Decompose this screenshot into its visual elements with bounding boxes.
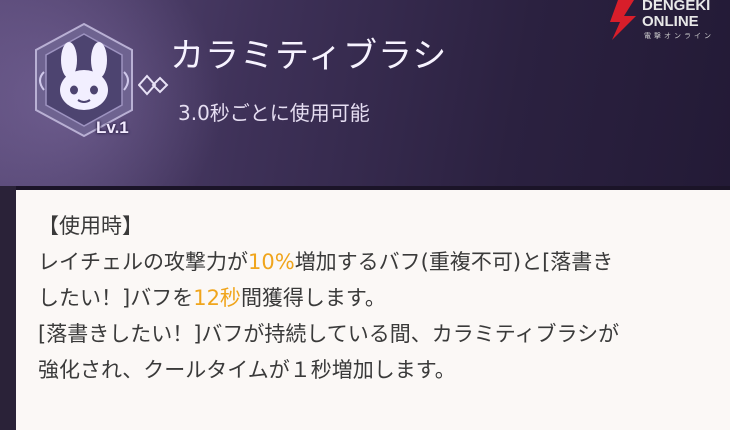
highlight-value: 12秒 [193, 286, 241, 310]
description-line-4: 強化され、クールタイムが１秒増加します。 [38, 358, 456, 382]
skill-name: カラミティブラシ [170, 36, 448, 76]
description-line-2: したい！]バフを12秒間獲得します。 [38, 280, 718, 316]
logo-text-line1: DENGEKI [642, 0, 711, 14]
highlight-value: 10% [248, 250, 295, 274]
description-line-1: レイチェルの攻撃力が10%増加するバフ(重複不可)と[落書き [38, 244, 718, 280]
lightning-bolt-icon [610, 0, 636, 40]
skill-description: 【使用時】 レイチェルの攻撃力が10%増加するバフ(重複不可)と[落書き したい… [38, 208, 718, 388]
logo-text-line3: 電撃オンライン [644, 32, 714, 40]
skill-level-badge: Lv.1 [96, 118, 129, 137]
description-text: したい！]バフを [38, 286, 194, 310]
description-text: 増加するバフ(重複不可)と[落書き [294, 250, 614, 274]
skill-cooldown-text: 3.0秒ごとに使用可能 [178, 101, 370, 125]
description-line-3: [落書きしたい！]バフが持続している間、カラミティブラシが [38, 322, 620, 346]
description-text: レイチェルの攻撃力が [38, 250, 248, 274]
dengeki-online-logo: DENGEKI ONLINE 電撃オンライン [604, 0, 730, 50]
description-heading: 【使用時】 [38, 214, 143, 238]
skill-header: Lv.1 カラミティブラシ 3.0秒ごとに使用可能 DENGEKI ONLINE… [0, 0, 730, 186]
logo-text-line2: ONLINE [642, 13, 699, 30]
description-text: 間獲得します。 [240, 286, 386, 310]
skill-description-panel: 【使用時】 レイチェルの攻撃力が10%増加するバフ(重複不可)と[落書き したい… [0, 186, 730, 430]
diamond-ornament-icon [138, 74, 169, 96]
